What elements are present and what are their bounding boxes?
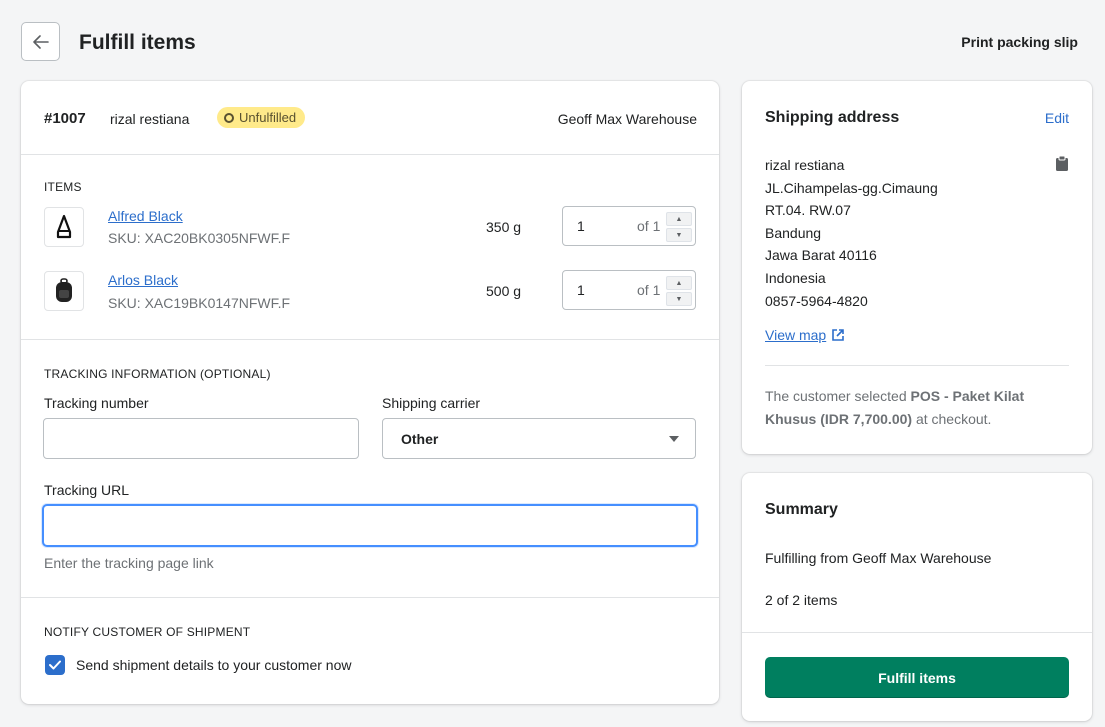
address-line: JL.Cihampelas-gg.Cimaung	[765, 179, 938, 196]
divider	[21, 597, 719, 598]
shipping-address-title: Shipping address	[765, 109, 900, 126]
fulfilling-from-text: Fulfilling from Geoff Max Warehouse	[765, 550, 992, 566]
edit-address-link[interactable]: Edit	[1045, 110, 1069, 126]
back-button[interactable]	[21, 22, 60, 61]
item-count-text: 2 of 2 items	[765, 592, 838, 608]
divider	[21, 339, 719, 340]
status-badge: Unfulfilled	[217, 107, 306, 128]
fulfillment-card: #1007 rizal restiana Unfulfilled Geoff M…	[21, 81, 719, 704]
shipping-carrier-select[interactable]: Other	[382, 418, 696, 459]
status-badge-label: Unfulfilled	[239, 110, 297, 125]
checkmark-icon	[49, 660, 61, 670]
tracking-number-label: Tracking number	[44, 395, 149, 411]
shipping-carrier-label: Shipping carrier	[382, 395, 481, 411]
product-weight: 350 g	[486, 219, 522, 235]
tracking-url-input[interactable]	[42, 504, 698, 547]
quantity-value[interactable]: 1	[577, 218, 617, 234]
quantity-stepper[interactable]: 1 of 1 ▲ ▼	[562, 206, 696, 246]
address-line: rizal restiana	[765, 157, 845, 173]
location-name: Geoff Max Warehouse	[557, 111, 697, 127]
fulfill-items-button[interactable]: Fulfill items	[765, 657, 1069, 698]
quantity-of: of 1	[637, 218, 661, 234]
tracking-url-label: Tracking URL	[44, 482, 130, 498]
address-line: RT.04. RW.07	[765, 202, 851, 219]
quantity-stepper[interactable]: 1 of 1 ▲ ▼	[562, 270, 696, 310]
quantity-of: of 1	[637, 282, 661, 298]
address-line: 0857-5964-4820	[765, 292, 868, 309]
shipping-carrier-value: Other	[401, 430, 439, 447]
notify-heading: NOTIFY CUSTOMER OF SHIPMENT	[44, 625, 251, 639]
bag-icon	[56, 214, 72, 239]
address-line: Jawa Barat 40116	[765, 247, 877, 264]
backpack-icon	[56, 278, 72, 302]
decrement-button[interactable]: ▼	[666, 292, 692, 306]
shipping-address-card: Shipping address Edit rizal restiana JL.…	[742, 81, 1092, 454]
product-thumbnail	[44, 271, 84, 311]
increment-button[interactable]: ▲	[666, 276, 692, 290]
tracking-url-help: Enter the tracking page link	[44, 555, 214, 571]
external-link-icon	[832, 329, 845, 341]
summary-title: Summary	[765, 501, 838, 518]
view-map-label[interactable]: View map	[765, 327, 826, 343]
order-number: #1007	[44, 110, 86, 127]
address-line: Bandung	[765, 224, 822, 241]
product-thumbnail	[44, 207, 84, 247]
notify-checkbox-label[interactable]: Send shipment details to your customer n…	[76, 657, 351, 673]
product-link[interactable]: Arlos Black	[108, 272, 178, 288]
quantity-value[interactable]: 1	[577, 282, 617, 298]
print-packing-slip-button[interactable]: Print packing slip	[961, 34, 1078, 50]
shipping-method-note: The customer selected POS - Paket Kilat …	[765, 385, 1065, 431]
items-heading: ITEMS	[44, 180, 82, 194]
product-sku: SKU: XAC20BK0305NFWF.F	[108, 230, 291, 246]
caret-down-icon	[669, 435, 679, 442]
divider	[21, 154, 719, 155]
view-map-link[interactable]: View map	[765, 327, 845, 343]
page-title: Fulfill items	[79, 31, 196, 54]
status-ring-icon	[224, 112, 234, 123]
product-sku: SKU: XAC19BK0147NFWF.F	[108, 295, 291, 311]
note-text: The customer selected	[765, 388, 911, 404]
clipboard-icon[interactable]	[1056, 155, 1068, 174]
product-weight: 500 g	[486, 283, 522, 299]
address-line: Indonesia	[765, 269, 826, 286]
customer-name: rizal restiana	[110, 111, 190, 127]
notify-checkbox[interactable]	[45, 655, 65, 675]
tracking-heading: TRACKING INFORMATION (OPTIONAL)	[44, 367, 271, 381]
divider	[742, 632, 1092, 633]
address-block: rizal restiana JL.Cihampelas-gg.Cimaung …	[765, 154, 938, 312]
note-text: at checkout.	[912, 411, 992, 427]
arrow-left-icon	[32, 34, 49, 49]
product-link[interactable]: Alfred Black	[108, 208, 183, 224]
decrement-button[interactable]: ▼	[666, 228, 692, 242]
tracking-number-input[interactable]	[43, 418, 359, 459]
divider	[765, 365, 1069, 366]
increment-button[interactable]: ▲	[666, 212, 692, 226]
